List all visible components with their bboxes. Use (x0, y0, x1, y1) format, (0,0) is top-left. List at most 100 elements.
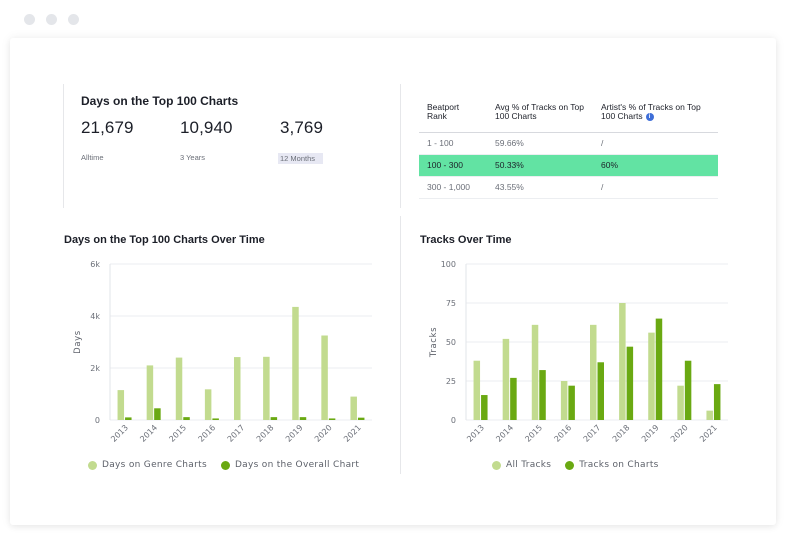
info-icon[interactable]: i (645, 112, 654, 121)
y-tick-label: 75 (446, 299, 456, 308)
table-header-row: Beatport Rank Avg % of Tracks on Top 100… (419, 100, 718, 133)
table-row: 1 - 100 59.66% / (419, 132, 718, 155)
bar-secondary (626, 346, 634, 420)
bar-secondary (154, 408, 161, 420)
x-tick-label: 2015 (523, 423, 544, 444)
x-tick-label: 2017 (582, 423, 603, 444)
bar-secondary (684, 360, 692, 420)
legend-swatch-icon (220, 460, 230, 470)
window-dot-icon[interactable] (24, 14, 35, 25)
y-tick-label: 50 (446, 338, 456, 347)
window-dot-icon[interactable] (68, 14, 79, 25)
chart-title-days: Days on the Top 100 Charts Over Time (64, 234, 265, 246)
bar-primary (234, 357, 241, 420)
x-tick-label: 2019 (284, 423, 305, 444)
bar-primary (146, 365, 154, 420)
window-controls (24, 14, 79, 25)
x-tick-label: 2019 (640, 423, 661, 444)
x-tick-label: 2018 (611, 423, 632, 444)
rank-table: Beatport Rank Avg % of Tracks on Top 100… (419, 100, 718, 199)
bar-secondary (357, 417, 365, 420)
days-bar-chart: 0 2k 4k 6k Days 2013 2014 2015 2016 2017 2018 2019 2… (73, 260, 372, 444)
y-axis-label: Tracks (429, 327, 439, 358)
table-cell: / (593, 176, 718, 199)
bar-primary (117, 390, 125, 420)
y-tick-label: 4k (90, 312, 100, 321)
legend-item[interactable]: Days on the Overall Chart (220, 460, 360, 470)
legend-swatch-icon (565, 460, 575, 470)
x-tick-label: 2021 (698, 423, 719, 444)
legend-tracks: All Tracks Tracks on Charts (492, 460, 659, 470)
divider (63, 84, 64, 208)
stat-alltime: 21,679 Alltime (81, 118, 134, 162)
y-tick-label: 25 (446, 377, 456, 386)
bar-primary (502, 338, 510, 420)
table-cell: 100 - 300 (419, 154, 487, 177)
bar-primary (560, 381, 568, 420)
stat-12-months: 3,769 12 Months (278, 118, 324, 164)
bar-secondary (481, 395, 488, 420)
legend-item[interactable]: All Tracks (492, 460, 551, 470)
bar-primary (473, 360, 481, 420)
screenshot: Days on the Top 100 Charts 21,679 Alltim… (0, 0, 786, 536)
divider (400, 216, 401, 474)
x-tick-label: 2018 (255, 423, 276, 444)
table-row: 300 - 1,000 43.55% / (419, 176, 718, 199)
x-tick-label: 2017 (226, 423, 247, 444)
legend-label: All Tracks (506, 460, 552, 470)
chart-title-tracks: Tracks Over Time (420, 234, 512, 246)
bar-secondary (270, 417, 278, 420)
divider (400, 84, 401, 208)
y-tick-label: 6k (90, 260, 100, 269)
stat-label: 3 Years (180, 153, 206, 162)
bar-primary (706, 410, 713, 420)
table-cell: 1 - 100 (419, 132, 487, 155)
bar-secondary (183, 417, 190, 420)
y-tick-label: 100 (441, 260, 456, 269)
table-cell: / (593, 132, 718, 155)
legend-item[interactable]: Tracks on Charts (565, 460, 658, 470)
y-tick-label: 0 (95, 416, 100, 425)
bar-primary (175, 357, 183, 420)
bar-secondary (125, 417, 132, 420)
stat-3-years: 10,940 3 Years (180, 118, 233, 162)
bar-primary (648, 332, 655, 420)
x-tick-label: 2013 (109, 423, 130, 444)
legend-item[interactable]: Days on Genre Charts (88, 460, 207, 470)
y-axis-label: Days (73, 330, 83, 354)
x-tick-label: 2020 (669, 423, 690, 444)
table-cell: 59.66% (487, 132, 593, 155)
bar-primary (263, 356, 270, 420)
bar-secondary (510, 377, 517, 420)
bar-primary (321, 335, 328, 420)
stats-title: Days on the Top 100 Charts (81, 94, 239, 108)
column-header: Beatport Rank (419, 100, 487, 133)
y-tick-label: 2k (90, 364, 100, 373)
x-tick-label: 2016 (197, 423, 218, 444)
bar-primary (531, 324, 539, 420)
legend-days: Days on Genre Charts Days on the Overall… (88, 460, 359, 470)
stat-value: 21,679 (81, 118, 134, 137)
bar-primary (292, 306, 299, 420)
legend-swatch-icon (492, 460, 501, 470)
bar-primary (619, 303, 626, 420)
window-dot-icon[interactable] (46, 14, 57, 25)
bar-secondary (713, 384, 721, 420)
x-tick-label: 2015 (167, 423, 188, 444)
x-tick-label: 2014 (494, 423, 515, 444)
bar-primary (590, 324, 597, 420)
y-tick-label: 0 (451, 416, 456, 425)
stat-label: 12 Months (278, 153, 324, 164)
bar-secondary (539, 370, 546, 420)
bar-primary (204, 389, 212, 420)
bar-primary (677, 385, 684, 420)
x-tick-label: 2020 (313, 423, 334, 444)
legend-label: Days on the Overall Chart (234, 460, 360, 470)
stat-label: Alltime (81, 153, 104, 162)
table-cell: 300 - 1,000 (419, 176, 487, 199)
x-tick-label: 2014 (138, 423, 159, 444)
table-cell: 50.33% (487, 154, 593, 177)
bar-primary (350, 396, 357, 420)
table-row-selected: 100 - 300 50.33% 60% (419, 154, 718, 177)
bar-secondary (597, 362, 604, 420)
